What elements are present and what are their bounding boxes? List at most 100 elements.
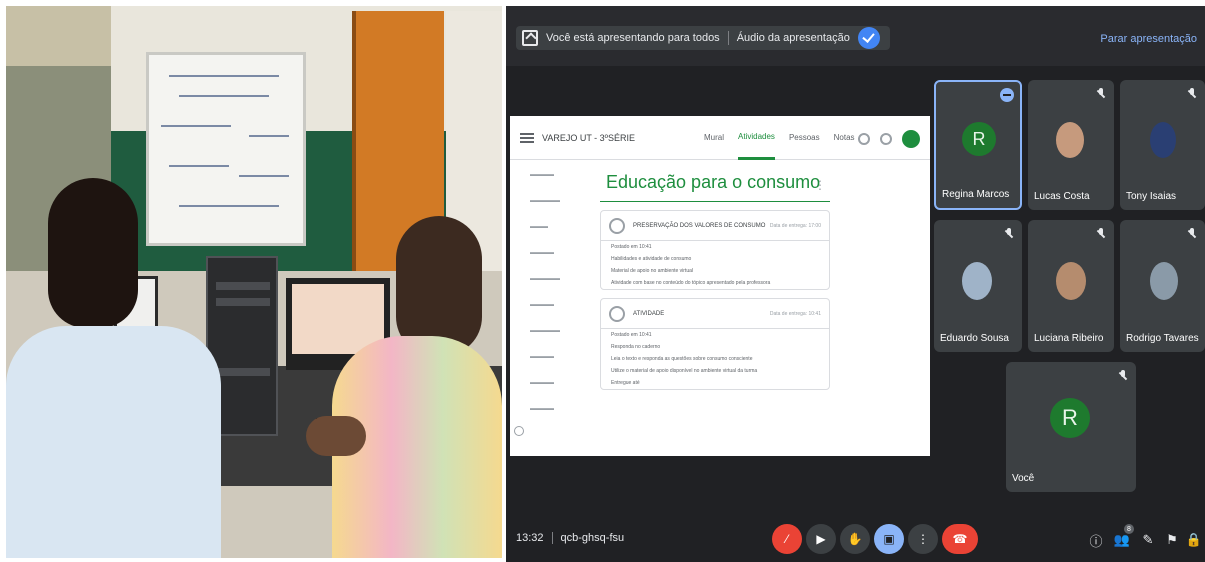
sidebar-item[interactable]: ▬▬▬▬▬ <box>510 318 588 344</box>
assignment-header[interactable]: ATIVIDADE Data de entrega: 10:41 <box>601 299 829 329</box>
chat-icon[interactable]: ✎ <box>1138 530 1158 550</box>
people-button[interactable]: 👥 8 <box>1112 524 1134 550</box>
meeting-controls-bar: 13:32 qcb-ghsq-fsu ⁄ ▶ ✋ ▣ ⋮ ☎ ⓘ 👥 8 ✎ ⚑ … <box>506 514 1205 562</box>
whiteboard <box>146 52 306 246</box>
course-title[interactable]: VAREJO UT - 3ºSÉRIE <box>542 133 692 143</box>
assignment-line: Atividade com base no conteúdo do tópico… <box>611 280 771 286</box>
assignment-line: Postado em 10:41 <box>611 244 652 250</box>
presentation-status-text: Você está apresentando para todos <box>546 32 720 44</box>
assignment-header[interactable]: PRESERVAÇÃO DOS VALORES DE CONSUMO Data … <box>601 211 829 241</box>
menu-icon[interactable] <box>520 132 534 143</box>
leave-call-button[interactable]: ☎ <box>942 524 978 554</box>
mic-toggle-button[interactable]: ⁄ <box>772 524 802 554</box>
more-options-button[interactable]: ⋮ <box>908 524 938 554</box>
classroom-header-actions <box>858 130 920 148</box>
assignment-due-date: Data de entrega: 10:41 <box>769 310 821 317</box>
presentation-bar: Você está apresentando para todos Áudio … <box>506 6 1205 66</box>
screenshot-canvas: Você está apresentando para todos Áudio … <box>0 0 1205 562</box>
meet-window: Você está apresentando para todos Áudio … <box>506 6 1205 562</box>
more-icon: ⋮ <box>917 532 929 546</box>
info-icon[interactable]: ⓘ <box>1086 530 1106 550</box>
sidebar-item[interactable]: ▬▬▬▬ <box>510 240 588 266</box>
check-icon[interactable] <box>857 27 880 49</box>
raise-hand-button[interactable]: ✋ <box>840 524 870 554</box>
mic-off-icon <box>1118 370 1128 380</box>
classroom-photo <box>6 6 502 558</box>
people-icon: 👥 <box>1113 532 1131 547</box>
assignment-line: Leia o texto e responda as questões sobr… <box>611 356 753 362</box>
mic-off-icon: ⁄ <box>785 532 788 546</box>
divider <box>551 532 553 545</box>
participant-name: Lucas Costa <box>1034 191 1090 202</box>
meeting-info: 13:32 qcb-ghsq-fsu <box>516 532 624 545</box>
activities-icon[interactable]: ⚑ <box>1162 530 1182 550</box>
topic-title: Educação para o consumo <box>606 172 821 192</box>
mic-off-icon <box>1096 228 1106 238</box>
sidebar-item[interactable]: ▬▬▬▬▬ <box>510 188 588 214</box>
topic-heading: Educação para o consumo ⋮ <box>600 168 830 202</box>
hand-icon: ✋ <box>847 532 863 546</box>
present-button[interactable]: ▣ <box>874 524 904 554</box>
participant-tile[interactable]: Lucas Costa <box>1028 80 1114 210</box>
mic-off-icon <box>1096 88 1106 98</box>
tab-notas[interactable]: Notas <box>834 116 855 160</box>
more-icon[interactable]: ⋮ <box>814 178 826 192</box>
hangup-icon: ☎ <box>952 532 968 546</box>
participant-name: Regina Marcos <box>942 189 1010 200</box>
sidebar-item[interactable]: ▬▬▬▬▬ <box>510 266 588 292</box>
tab-mural[interactable]: Mural <box>704 116 724 160</box>
participant-tile[interactable]: Rodrigo Tavares <box>1120 220 1205 352</box>
participant-name: Luciana Ribeiro <box>1034 333 1104 344</box>
sidebar-item[interactable]: ▬▬▬ <box>510 214 588 240</box>
sidebar-item[interactable]: ▬▬▬▬ <box>510 162 588 188</box>
people-count-badge: 8 <box>1124 524 1134 534</box>
student-left-head <box>48 178 138 328</box>
assignment-line: Entregue até <box>611 380 640 386</box>
participant-tile[interactable]: Tony Isaias <box>1120 80 1205 210</box>
assignment-card[interactable]: PRESERVAÇÃO DOS VALORES DE CONSUMO Data … <box>600 210 830 290</box>
presentation-status: Você está apresentando para todos Áudio … <box>516 26 890 50</box>
participant-tile[interactable]: Luciana Ribeiro <box>1028 220 1114 352</box>
assignment-title: ATIVIDADE <box>633 310 665 317</box>
mic-off-icon <box>1187 88 1197 98</box>
assignment-card[interactable]: ATIVIDADE Data de entrega: 10:41 Postado… <box>600 298 830 390</box>
assignment-line: Utilize o material de apoio disponível n… <box>611 368 758 374</box>
assignment-line: Postado em 10:41 <box>611 332 652 338</box>
avatar: R <box>962 122 996 156</box>
sidebar-item[interactable]: ▬▬▬▬ <box>510 396 588 422</box>
avatar <box>1056 262 1086 300</box>
topic-content: Educação para o consumo ⋮ PRESERVAÇÃO DO… <box>600 168 830 390</box>
help-icon[interactable] <box>514 426 524 436</box>
avatar <box>962 262 992 300</box>
avatar <box>1150 262 1178 300</box>
present-icon: ▣ <box>883 532 895 546</box>
sidebar-item[interactable]: ▬▬▬▬ <box>510 370 588 396</box>
participant-tile[interactable]: R Regina Marcos <box>934 80 1022 210</box>
participant-tile[interactable]: Eduardo Sousa <box>934 220 1022 352</box>
shared-screen: VAREJO UT - 3ºSÉRIE Mural Atividades Pes… <box>510 116 930 456</box>
assignment-icon <box>609 305 625 322</box>
avatar <box>1150 122 1176 158</box>
stop-presenting-button[interactable]: Parar apresentação <box>1100 33 1197 45</box>
participant-name: Eduardo Sousa <box>940 333 1009 344</box>
tab-atividades[interactable]: Atividades <box>738 116 775 160</box>
presentation-audio-label: Áudio da apresentação <box>736 32 850 44</box>
tab-pessoas[interactable]: Pessoas <box>789 116 820 160</box>
camera-toggle-button[interactable]: ▶ <box>806 524 836 554</box>
self-tile[interactable]: R Você <box>1006 362 1136 492</box>
sidebar-item[interactable]: ▬▬▬▬ <box>510 344 588 370</box>
participant-name: Rodrigo Tavares <box>1126 333 1199 344</box>
assignment-line: Responda no caderno <box>611 344 661 350</box>
apps-icon[interactable] <box>880 133 892 145</box>
assignment-line: Material de apoio no ambiente virtual <box>611 268 693 274</box>
settings-icon[interactable] <box>858 133 870 145</box>
avatar: R <box>1050 398 1090 438</box>
speaking-indicator-icon <box>1000 88 1014 102</box>
meeting-time: 13:32 <box>516 532 544 544</box>
assignment-line: Habilidades e atividade de consumo <box>611 256 692 262</box>
student-right-head <box>396 216 482 356</box>
sidebar-item[interactable]: ▬▬▬▬ <box>510 292 588 318</box>
avatar[interactable] <box>902 130 920 148</box>
present-icon <box>522 30 538 46</box>
lock-icon[interactable]: 🔒 <box>1184 530 1204 550</box>
